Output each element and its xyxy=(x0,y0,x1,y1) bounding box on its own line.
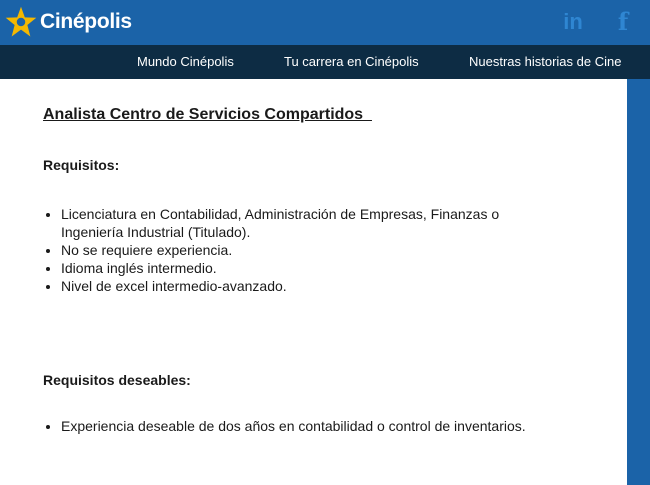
main-nav: Mundo Cinépolis Tu carrera en Cinépolis … xyxy=(0,45,650,79)
nav-item-tu-carrera[interactable]: Tu carrera en Cinépolis xyxy=(284,45,419,79)
desirable-list: Experiencia deseable de dos años en cont… xyxy=(43,417,601,435)
job-title: Analista Centro de Servicios Compartidos xyxy=(43,106,372,123)
desirable-heading: Requisitos deseables: xyxy=(43,372,191,388)
list-item: Idioma inglés intermedio. xyxy=(61,259,541,277)
nav-item-mundo-cinepolis[interactable]: Mundo Cinépolis xyxy=(137,45,234,79)
brand-name: Cinépolis xyxy=(40,10,132,33)
side-strip xyxy=(627,79,650,485)
facebook-icon[interactable]: f xyxy=(610,8,636,36)
list-item: Nivel de excel intermedio-avanzado. xyxy=(61,277,541,295)
star-logo-icon xyxy=(5,6,37,37)
top-header: Cinépolis in f xyxy=(0,0,650,45)
requirements-list: Licenciatura en Contabilidad, Administra… xyxy=(43,205,541,295)
list-item: Experiencia deseable de dos años en cont… xyxy=(61,417,601,435)
nav-item-nuestras-historias[interactable]: Nuestras historias de Cine xyxy=(469,45,621,79)
requirements-heading: Requisitos: xyxy=(43,157,120,173)
list-item: Licenciatura en Contabilidad, Administra… xyxy=(61,205,541,241)
list-item: No se requiere experiencia. xyxy=(61,241,541,259)
job-content: Analista Centro de Servicios Compartidos… xyxy=(0,79,627,485)
cinepolis-logo[interactable]: Cinépolis xyxy=(4,4,132,40)
linkedin-icon[interactable]: in xyxy=(560,8,586,36)
